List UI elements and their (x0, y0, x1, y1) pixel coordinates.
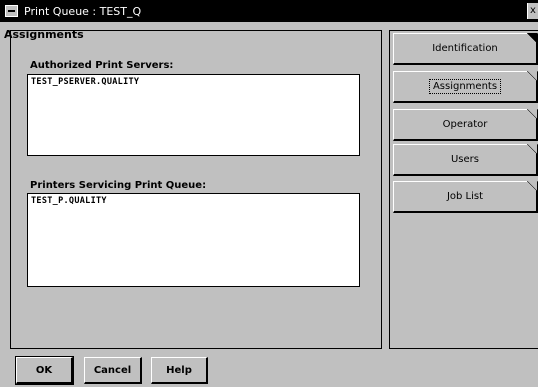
tab-job-list[interactable]: Job List (393, 181, 538, 213)
help-button[interactable]: Help (151, 357, 208, 384)
page-corner-icon (527, 144, 537, 154)
tab-label: Users (450, 154, 479, 165)
page-corner-icon (527, 181, 537, 191)
list-item[interactable]: TEST_P.QUALITY (31, 196, 356, 206)
tab-label: Assignments (428, 79, 502, 94)
tab-assignments[interactable]: Assignments (393, 71, 538, 103)
tab-label: Operator (442, 119, 488, 130)
tab-operator[interactable]: Operator (393, 109, 538, 141)
window-title: Print Queue : TEST_Q (24, 4, 142, 18)
close-button[interactable]: x (527, 3, 538, 19)
list-item[interactable]: TEST_PSERVER.QUALITY (31, 77, 356, 87)
tab-users[interactable]: Users (393, 144, 538, 176)
tab-identification[interactable]: Identification (393, 33, 538, 65)
print-servers-label: Authorized Print Servers: (30, 60, 174, 71)
tab-label: Job List (446, 191, 484, 202)
panel-title: Assignments (4, 28, 84, 41)
page-corner-icon (527, 109, 537, 119)
page-corner-icon (527, 71, 537, 81)
tab-label: Identification (432, 43, 498, 54)
page-corner-icon (527, 33, 537, 43)
printers-list[interactable]: TEST_P.QUALITY (27, 193, 360, 287)
title-bar: Print Queue : TEST_Q x (0, 0, 538, 22)
print-servers-list[interactable]: TEST_PSERVER.QUALITY (27, 74, 360, 156)
printers-label: Printers Servicing Print Queue: (30, 180, 207, 191)
cancel-button[interactable]: Cancel (84, 357, 142, 384)
system-menu-icon[interactable] (5, 5, 18, 17)
ok-button[interactable]: OK (15, 356, 74, 385)
